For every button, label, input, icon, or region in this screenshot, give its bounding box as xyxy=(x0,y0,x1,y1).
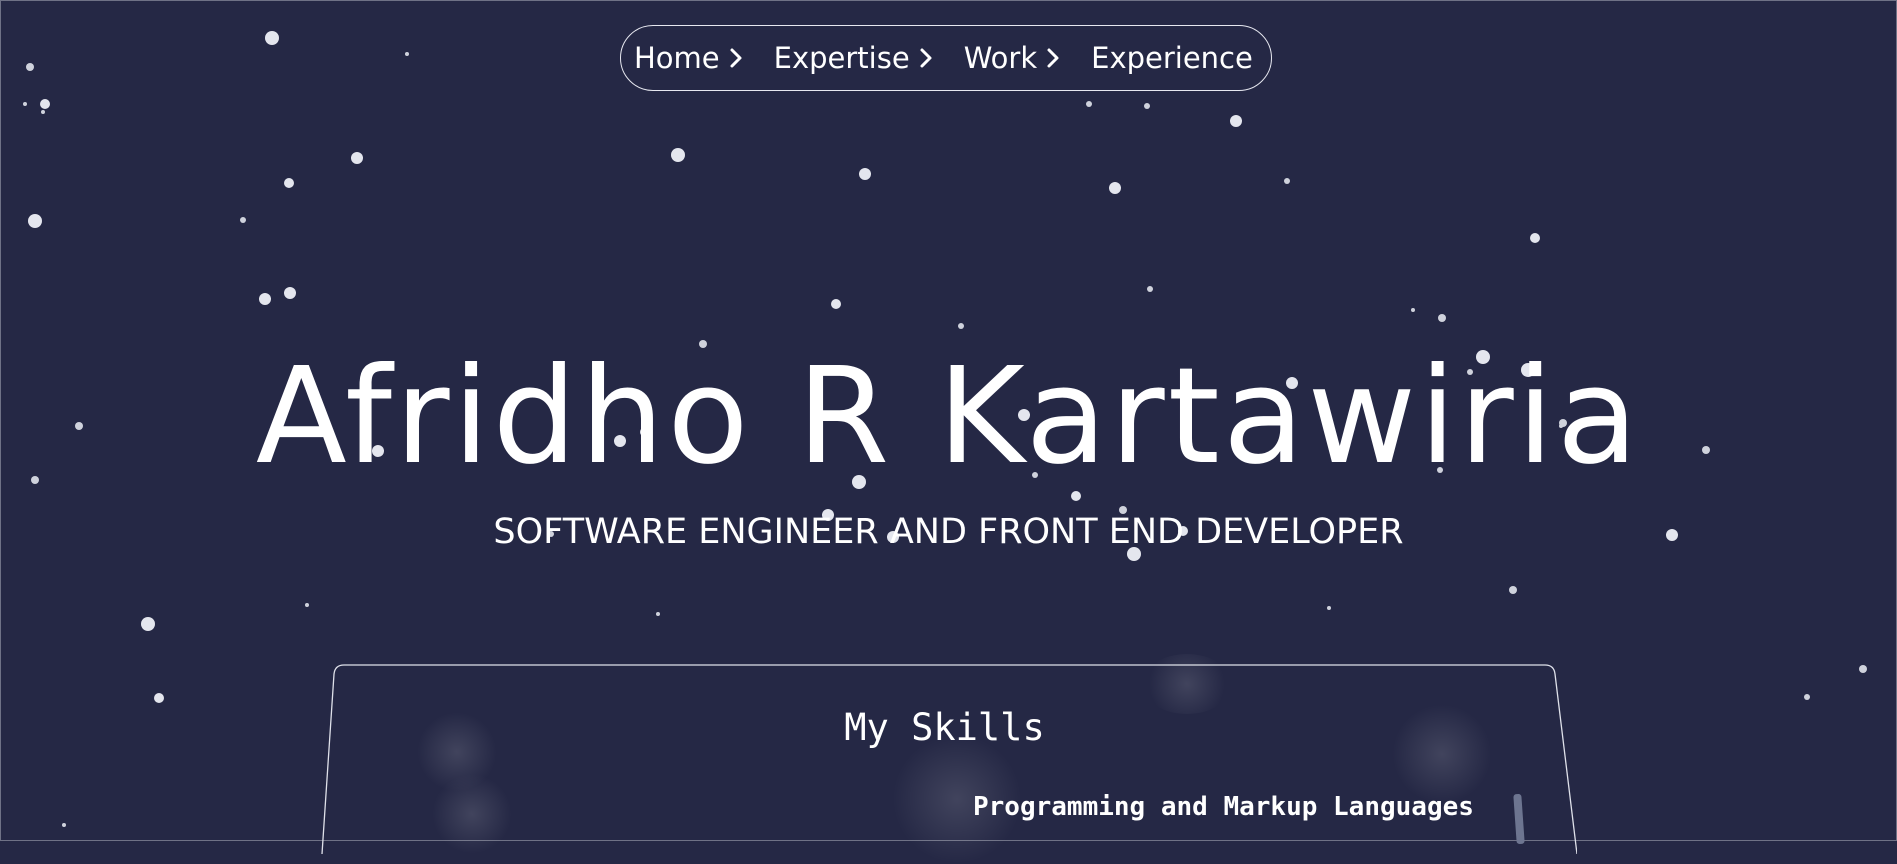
star xyxy=(1086,101,1092,107)
chevron-right-icon xyxy=(920,48,932,68)
star xyxy=(1284,178,1290,184)
nav-item-experience[interactable]: Experience xyxy=(1091,41,1253,75)
card-glow xyxy=(432,774,512,854)
star xyxy=(1147,286,1153,292)
star xyxy=(351,152,363,164)
skills-category-heading: Programming and Markup Languages xyxy=(973,792,1474,822)
skills-title: My Skills xyxy=(844,706,1045,749)
nav-item-work[interactable]: Work xyxy=(964,41,1061,75)
card-glow xyxy=(1142,654,1232,714)
star xyxy=(656,612,660,616)
star xyxy=(265,31,279,45)
star xyxy=(671,148,685,162)
star xyxy=(1438,314,1446,322)
star xyxy=(1144,103,1150,109)
star xyxy=(284,178,294,188)
star xyxy=(1859,665,1867,673)
hero-role: SOFTWARE ENGINEER AND FRONT END DEVELOPE… xyxy=(493,512,1404,552)
star xyxy=(1230,115,1242,127)
chevron-right-icon xyxy=(1047,48,1059,68)
star xyxy=(1327,606,1331,610)
skills-card: My Skills Programming and Markup Languag… xyxy=(312,654,1577,864)
star xyxy=(1530,233,1540,243)
star xyxy=(240,217,246,223)
star xyxy=(26,63,34,71)
star xyxy=(859,168,871,180)
star xyxy=(40,99,50,109)
nav-experience-label: Experience xyxy=(1091,41,1253,75)
star xyxy=(284,287,296,299)
nav-work-label: Work xyxy=(963,41,1038,75)
hero-name: Afridho R Kartawiria xyxy=(255,340,1642,494)
star xyxy=(1509,586,1517,594)
nav-expertise-label: Expertise xyxy=(773,41,910,75)
nav-item-expertise[interactable]: Expertise xyxy=(774,41,934,75)
star xyxy=(305,603,309,607)
nav-item-home[interactable]: Home xyxy=(634,41,744,75)
star xyxy=(1411,308,1415,312)
star xyxy=(23,102,27,106)
star xyxy=(62,823,66,827)
star xyxy=(831,299,841,309)
main-nav: Home Expertise Work Experience xyxy=(620,25,1272,91)
star xyxy=(405,52,409,56)
star xyxy=(41,110,45,114)
nav-home-label: Home xyxy=(634,41,720,75)
star xyxy=(154,693,164,703)
star xyxy=(28,214,42,228)
star xyxy=(259,293,271,305)
star xyxy=(1804,694,1810,700)
star xyxy=(1109,182,1121,194)
star xyxy=(958,323,964,329)
star xyxy=(141,617,155,631)
chevron-right-icon xyxy=(730,48,742,68)
